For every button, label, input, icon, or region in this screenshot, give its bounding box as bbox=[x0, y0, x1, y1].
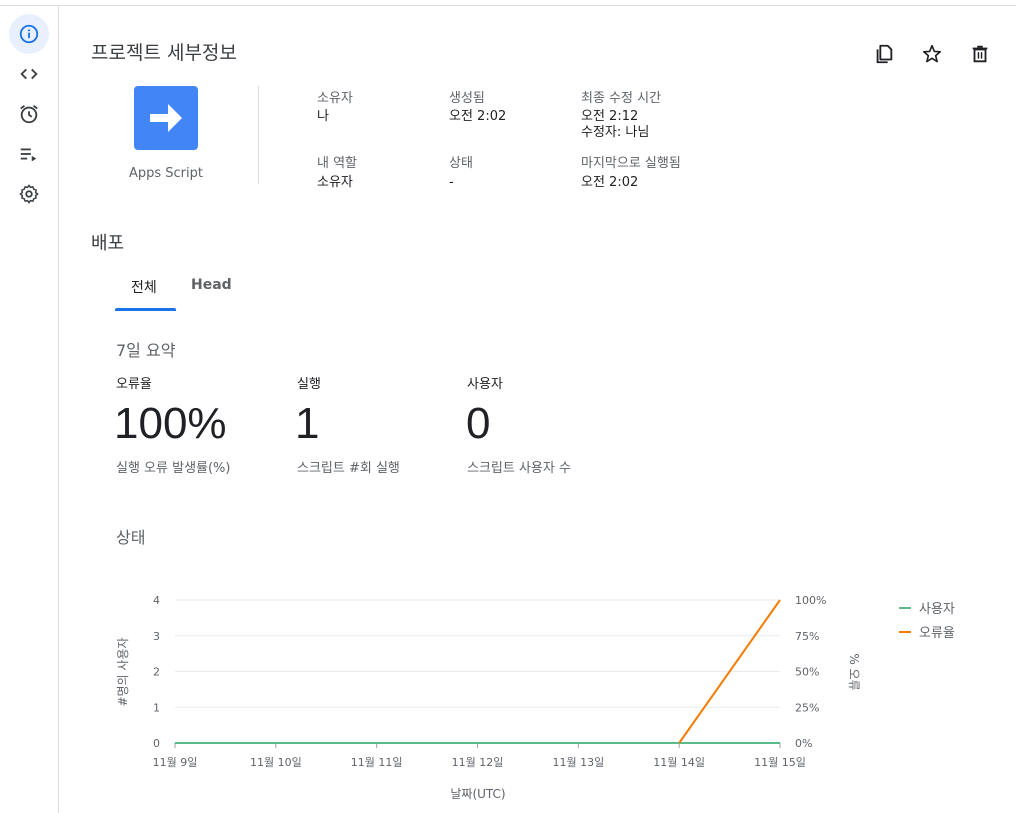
created-label: 생성됨 bbox=[449, 91, 485, 106]
star-icon bbox=[922, 44, 942, 63]
metric-error-rate-label: 오류율 bbox=[116, 377, 152, 392]
gear-icon bbox=[19, 184, 39, 204]
arrow-right-icon bbox=[150, 104, 182, 132]
modified-by: 수정자: 나님 bbox=[581, 125, 650, 140]
legend-users-label: 사용자 bbox=[919, 602, 955, 617]
tab-head[interactable]: Head bbox=[191, 277, 232, 293]
legend-users: 사용자 bbox=[899, 598, 955, 617]
owner-value: 나 bbox=[317, 109, 329, 124]
alarm-icon bbox=[20, 105, 38, 124]
y-tick-left: 3 bbox=[153, 630, 160, 643]
star-button[interactable] bbox=[918, 40, 946, 68]
y-tick-right: 50% bbox=[795, 666, 819, 679]
app-logo bbox=[134, 86, 198, 150]
last-run-label: 마지막으로 실행됨 bbox=[581, 156, 681, 171]
last-run-value: 오전 2:02 bbox=[581, 175, 639, 190]
settings-button[interactable] bbox=[9, 174, 49, 214]
summary-title: 7일 요약 bbox=[116, 341, 176, 360]
series-line-오류율 bbox=[678, 599, 781, 744]
metric-error-rate-desc: 실행 오류 발생률(%) bbox=[116, 461, 231, 476]
legend-error-rate: 오류율 bbox=[899, 622, 955, 641]
modified-label: 최종 수정 시간 bbox=[581, 91, 662, 106]
x-tick-label: 11월 13일 bbox=[552, 755, 604, 769]
delete-button[interactable] bbox=[966, 40, 994, 68]
trash-icon bbox=[972, 45, 988, 63]
role-value: 소유자 bbox=[317, 175, 353, 190]
executions-button[interactable] bbox=[9, 134, 49, 174]
status-label: 상태 bbox=[449, 156, 473, 171]
tab-indicator bbox=[115, 308, 176, 311]
y-tick-right: 75% bbox=[795, 630, 819, 643]
legend-swatch-error-rate bbox=[899, 630, 911, 633]
playlist-icon bbox=[20, 148, 37, 162]
metric-users-desc: 스크립트 사용자 수 bbox=[467, 461, 571, 476]
deploy-title: 배포 bbox=[91, 233, 125, 254]
x-tick-label: 11월 15일 bbox=[754, 755, 806, 769]
owner-label: 소유자 bbox=[317, 91, 353, 106]
copy-button[interactable] bbox=[870, 40, 898, 68]
y-tick-right: 0% bbox=[795, 737, 812, 750]
metric-error-rate-value: 100% bbox=[114, 399, 227, 448]
code-icon bbox=[20, 68, 38, 80]
metric-executions-value: 1 bbox=[295, 399, 320, 448]
x-axis-title: 날짜(UTC) bbox=[450, 787, 505, 801]
role-label: 내 역할 bbox=[317, 156, 358, 171]
page-title: 프로젝트 세부정보 bbox=[91, 42, 237, 64]
y-tick-right: 25% bbox=[795, 701, 819, 714]
modified-value: 오전 2:12 bbox=[581, 109, 639, 124]
created-value: 오전 2:02 bbox=[449, 109, 507, 124]
triggers-button[interactable] bbox=[9, 94, 49, 134]
divider bbox=[258, 86, 259, 184]
info-icon bbox=[19, 24, 39, 44]
legend-swatch-users bbox=[899, 606, 911, 609]
sidebar bbox=[0, 6, 59, 813]
y-tick-left: 0 bbox=[153, 737, 160, 750]
x-tick-label: 11월 12일 bbox=[452, 755, 504, 769]
toolbar bbox=[870, 40, 994, 68]
x-tick-label: 11월 9일 bbox=[153, 755, 198, 769]
x-tick-label: 11월 14일 bbox=[653, 755, 705, 769]
top-border bbox=[0, 0, 1016, 6]
metric-users-value: 0 bbox=[466, 399, 491, 448]
metric-users-label: 사용자 bbox=[467, 377, 503, 392]
y-axis-right-title: % 오류 bbox=[847, 653, 861, 690]
y-tick-right: 100% bbox=[795, 594, 826, 607]
y-tick-left: 4 bbox=[153, 594, 160, 607]
copy-icon bbox=[876, 44, 893, 64]
metric-executions-label: 실행 bbox=[297, 377, 321, 392]
x-tick-label: 11월 10일 bbox=[250, 755, 302, 769]
y-tick-left: 2 bbox=[153, 666, 160, 679]
legend-error-rate-label: 오류율 bbox=[919, 626, 955, 641]
y-tick-left: 1 bbox=[153, 701, 160, 714]
overview-button[interactable] bbox=[9, 14, 49, 54]
editor-button[interactable] bbox=[9, 54, 49, 94]
tab-all[interactable]: 전체 bbox=[131, 277, 157, 297]
y-axis-left-title: #명의 사용자 bbox=[116, 637, 130, 706]
x-tick-label: 11월 11일 bbox=[351, 755, 403, 769]
status-value: - bbox=[449, 175, 454, 190]
status-title: 상태 bbox=[116, 528, 146, 547]
metric-executions-desc: 스크립트 #회 실행 bbox=[297, 461, 400, 476]
app-name: Apps Script bbox=[128, 166, 203, 181]
